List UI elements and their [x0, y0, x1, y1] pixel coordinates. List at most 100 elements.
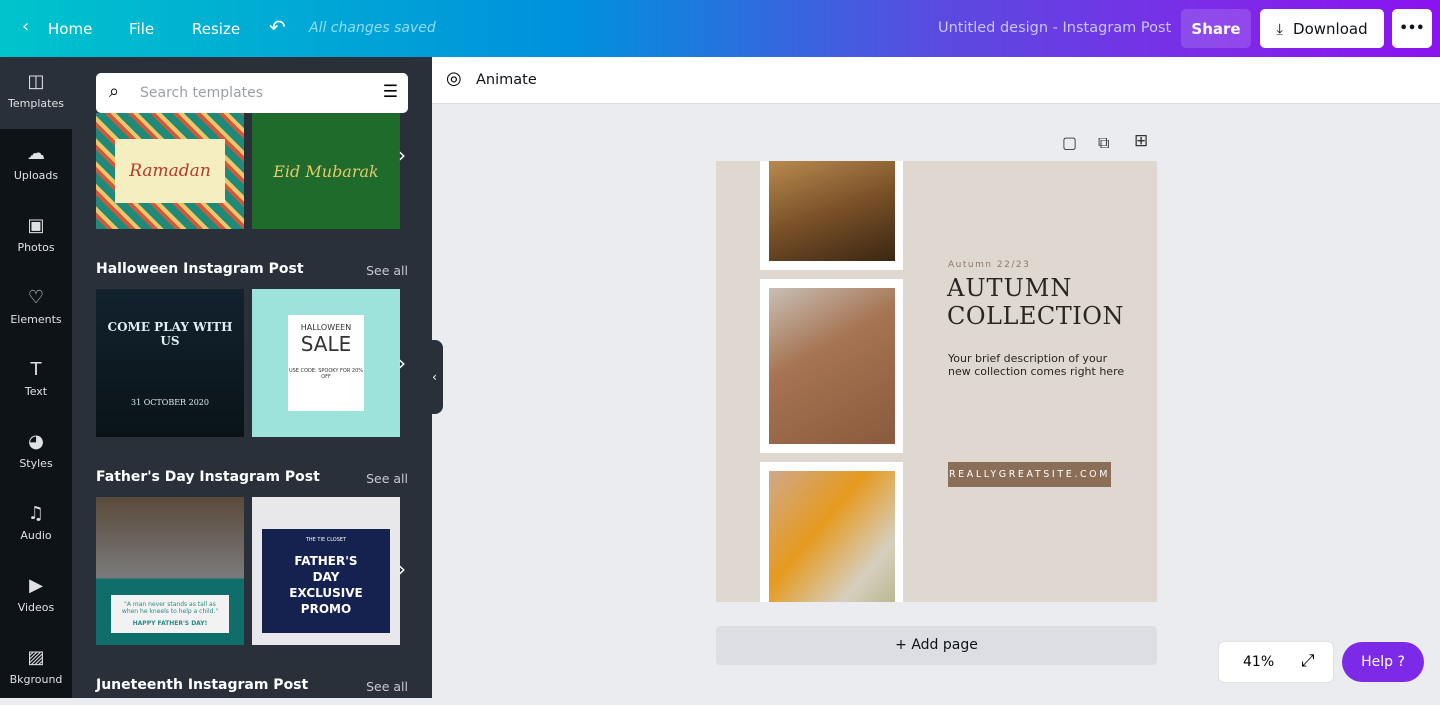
music-icon: ♫	[27, 503, 45, 524]
template-text: THE TIE CLOSET	[305, 537, 347, 543]
design-title-1[interactable]: AUTUMN	[947, 274, 1072, 302]
save-status: All changes saved	[309, 20, 436, 36]
rail-label: Elements	[10, 313, 62, 326]
undo-icon[interactable]: ↶	[269, 15, 286, 39]
design-canvas[interactable]: Autumn 22/23 AUTUMN COLLECTION Your brie…	[716, 161, 1157, 602]
macrame-photo	[769, 288, 895, 444]
rail-styles[interactable]: ◕ Styles	[0, 417, 72, 489]
add-page-icon[interactable]: ⊞	[1134, 131, 1148, 151]
template-card: THE TIE CLOSET FATHER'S DAY EXCLUSIVE PRO…	[262, 529, 390, 633]
see-all-link[interactable]: See all	[366, 679, 408, 694]
template-text: Eid Mubarak	[273, 161, 379, 181]
home-button[interactable]: Home	[48, 20, 92, 38]
template-halloween-2[interactable]: HALLOWEEN SALE USE CODE: SPOOKY FOR 20% OF…	[252, 289, 400, 437]
elements-icon: ♡	[27, 287, 45, 308]
rail-label: Videos	[17, 601, 55, 614]
animate-icon: ◎	[446, 68, 462, 89]
text-icon: T	[30, 359, 42, 380]
template-card: "A man never stands as tall as when he k…	[111, 595, 229, 633]
download-icon: ⤓	[1276, 19, 1284, 38]
template-text: 31 OCTOBER 2020	[131, 397, 209, 407]
animate-button[interactable]: Animate	[476, 72, 537, 88]
rail-videos[interactable]: ▶ Videos	[0, 561, 72, 633]
see-all-link[interactable]: See all	[366, 471, 408, 486]
video-icon: ▶	[29, 575, 43, 596]
resize-button[interactable]: Resize	[192, 20, 240, 38]
template-text: FATHER'S DAY EXCLUSIVE PROMO	[289, 554, 363, 616]
more-button[interactable]: •••	[1392, 9, 1432, 48]
zoom-control: 41% ⤢	[1218, 641, 1334, 683]
rail-uploads[interactable]: ☁ Uploads	[0, 129, 72, 201]
next-arrow-icon[interactable]: ›	[398, 351, 406, 375]
design-description[interactable]: new collection comes right here	[948, 365, 1124, 378]
back-chevron-icon[interactable]: ‹	[22, 16, 29, 37]
palette-icon: ◕	[28, 431, 44, 452]
design-description[interactable]: Your brief description of your	[948, 352, 1107, 365]
template-text: USE CODE: SPOOKY FOR 20% OFF	[288, 368, 364, 380]
template-ramadan[interactable]: Ramadan	[96, 113, 244, 229]
rail-templates[interactable]: ◫ Templates	[0, 57, 72, 129]
rail-text[interactable]: T Text	[0, 345, 72, 417]
download-button[interactable]: ⤓ Download	[1260, 9, 1384, 48]
macrame-photo	[769, 161, 895, 261]
next-arrow-icon[interactable]: ›	[398, 143, 406, 167]
template-fathers-2[interactable]: THE TIE CLOSET FATHER'S DAY EXCLUSIVE PRO…	[252, 497, 400, 645]
section-title: Father's Day Instagram Post	[96, 469, 320, 485]
template-text: "A man never stands as tall as when he k…	[121, 601, 219, 615]
search-input[interactable]: ⌕ Search templates ☰	[96, 73, 408, 113]
rail-audio[interactable]: ♫ Audio	[0, 489, 72, 561]
template-text: COME PLAY WITH US	[107, 319, 233, 348]
design-title-2[interactable]: COLLECTION	[947, 302, 1124, 330]
download-label: Download	[1293, 19, 1368, 38]
template-card: HALLOWEEN SALE USE CODE: SPOOKY FOR 20% OF…	[288, 315, 364, 411]
rail-background[interactable]: ▨ Bkground	[0, 633, 72, 705]
rail-photos[interactable]: ▣ Photos	[0, 201, 72, 273]
fullscreen-icon[interactable]: ⤢	[1301, 651, 1315, 671]
yarn-photo	[769, 471, 895, 602]
template-text: HAPPY FATHER'S DAY!	[132, 620, 208, 627]
template-text: HALLOWEEN	[300, 323, 352, 332]
rail-label: Photos	[17, 241, 55, 254]
template-text: SALE	[300, 332, 352, 356]
photo-frame[interactable]	[760, 279, 903, 453]
see-all-link[interactable]: See all	[366, 263, 408, 278]
next-arrow-icon[interactable]: ›	[398, 557, 406, 581]
templates-panel: Ramadan Eid Mubarak › ⌕ Search templates…	[72, 57, 432, 698]
rail-label: Audio	[20, 529, 52, 542]
file-menu[interactable]: File	[129, 20, 154, 38]
rail-label: Uploads	[13, 169, 59, 182]
photo-icon: ▣	[27, 215, 45, 236]
collapse-panel-handle[interactable]: ‹	[426, 340, 443, 414]
rail-label: Templates	[8, 97, 64, 110]
template-fathers-1[interactable]: "A man never stands as tall as when he k…	[96, 497, 244, 645]
share-button[interactable]: Share	[1181, 9, 1251, 48]
design-title[interactable]: Untitled design - Instagram Post	[938, 20, 1171, 36]
template-text: Ramadan	[115, 139, 225, 203]
notes-icon[interactable]: ▢	[1062, 133, 1077, 152]
add-page-button[interactable]: + Add page	[716, 626, 1157, 665]
templates-icon: ◫	[27, 71, 45, 92]
section-title: Halloween Instagram Post	[96, 261, 304, 277]
website-button[interactable]: REALLYGREATSITE.COM	[948, 462, 1111, 487]
upload-icon: ☁	[27, 143, 45, 164]
rail-label: Bkground	[9, 673, 63, 686]
duplicate-page-icon[interactable]: ⧉	[1098, 133, 1109, 153]
background-icon: ▨	[27, 647, 45, 668]
filter-icon[interactable]: ☰	[383, 82, 398, 102]
editor-toolbar: ◎ Animate	[432, 57, 1440, 104]
template-eid[interactable]: Eid Mubarak	[252, 113, 400, 229]
side-rail: ◫ Templates ☁ Uploads ▣ Photos ♡ Elements TT…	[0, 57, 72, 698]
rail-label: Styles	[19, 457, 53, 470]
help-button[interactable]: Help ?	[1342, 642, 1424, 682]
photo-frame[interactable]	[760, 161, 903, 270]
top-bar: ‹ Home File Resize ↶ All changes saved U…	[0, 0, 1440, 57]
template-halloween-1[interactable]: COME PLAY WITH US 31 OCTOBER 2020	[96, 289, 244, 437]
design-kicker[interactable]: Autumn 22/23	[948, 260, 1030, 270]
photo-frame[interactable]	[760, 462, 903, 602]
zoom-level[interactable]: 41%	[1243, 654, 1274, 670]
section-title: Juneteenth Instagram Post	[96, 677, 309, 693]
rail-elements[interactable]: ♡ Elements	[0, 273, 72, 345]
search-placeholder: Search templates	[140, 85, 264, 101]
rail-label: Text	[24, 385, 48, 398]
search-icon: ⌕	[109, 81, 120, 102]
